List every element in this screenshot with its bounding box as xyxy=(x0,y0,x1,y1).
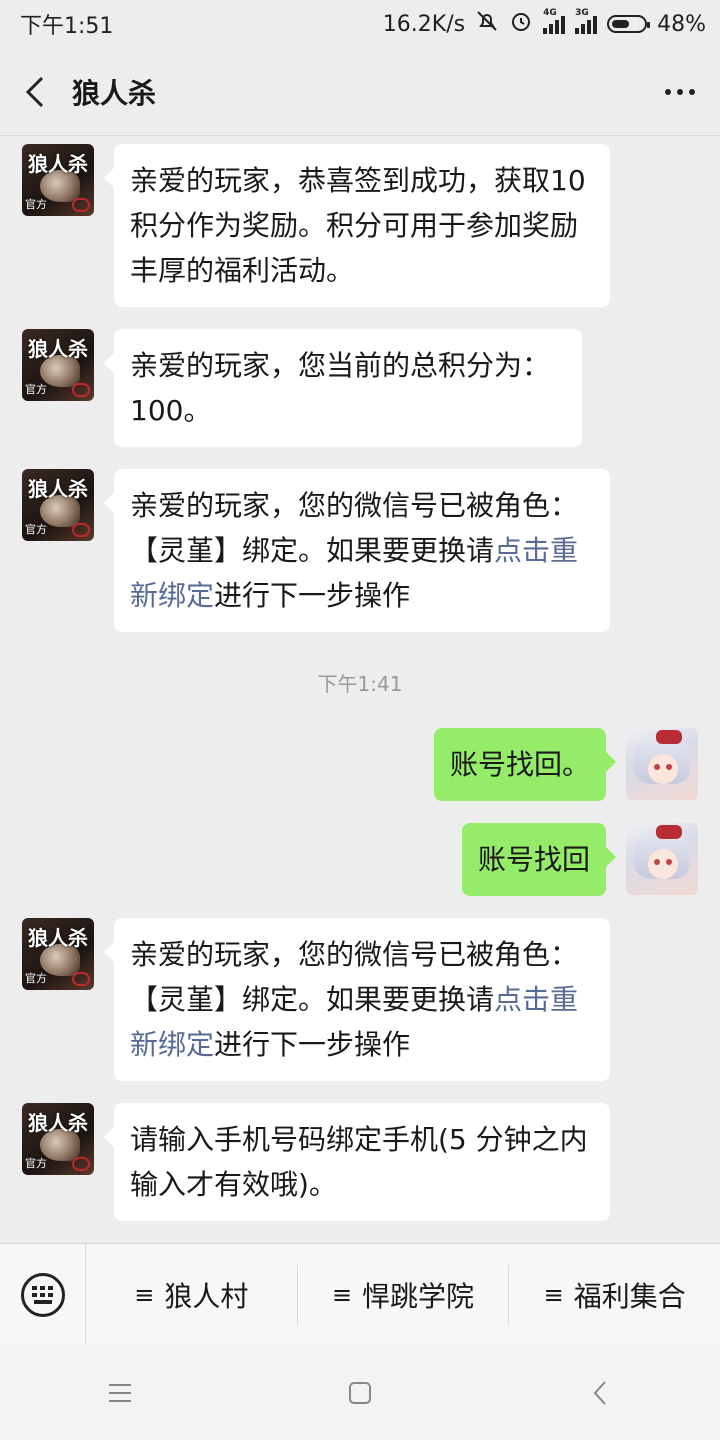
chat-header: 狼人杀 xyxy=(0,48,720,136)
menu-item-wolf-village[interactable]: ≡ 狼人村 xyxy=(86,1265,298,1325)
message-row: 狼人杀 官方 请输入手机号码绑定手机(5 分钟之内输入才有效哦)。 xyxy=(22,1103,610,1221)
menu-item-label: 福利集合 xyxy=(573,1280,686,1313)
keyboard-icon xyxy=(20,1273,65,1317)
official-avatar[interactable]: 狼人杀 官方 xyxy=(22,469,94,541)
bottom-menu: ≡ 狼人村 ≡ 悍跳学院 ≡ 福利集合 xyxy=(0,1243,720,1346)
official-avatar[interactable]: 狼人杀 官方 xyxy=(22,144,94,216)
message-text: 亲爱的玩家，您当前的总积分为：100。 xyxy=(130,349,551,427)
avatar-logo-text: 狼人杀 xyxy=(28,477,88,501)
seal-icon xyxy=(72,198,90,212)
seal-icon xyxy=(72,972,90,986)
menu-item-welfare[interactable]: ≡ 福利集合 xyxy=(509,1265,720,1325)
official-avatar[interactable]: 狼人杀 官方 xyxy=(22,329,94,401)
message-text: 亲爱的玩家，恭喜签到成功，获取10 积分作为奖励。积分可用于参加奖励丰厚的福利活… xyxy=(130,164,586,287)
user-avatar[interactable] xyxy=(626,823,698,895)
avatar-logo-text: 狼人杀 xyxy=(28,337,88,361)
sim2-label: 3G xyxy=(575,8,589,18)
seal-icon xyxy=(72,383,90,397)
message-row: 狼人杀 官方 亲爱的玩家，您的微信号已被角色：【灵堇】绑定。如果要更换请点击重新… xyxy=(22,918,610,1081)
message-text: 请输入手机号码绑定手机(5 分钟之内输入才有效哦)。 xyxy=(130,1123,588,1201)
menu-item-label: 悍跳学院 xyxy=(362,1280,475,1313)
home-nav-icon[interactable] xyxy=(330,1363,390,1423)
message-text: 账号找回 xyxy=(477,843,590,876)
signal-icon: 3G xyxy=(575,8,598,34)
message-row: 狼人杀 官方 亲爱的玩家，您的微信号已被角色：【灵堇】绑定。如果要更换请点击重新… xyxy=(22,469,610,632)
more-options-icon[interactable] xyxy=(660,72,700,112)
message-row: 狼人杀 官方 亲爱的玩家，您当前的总积分为：100。 xyxy=(22,329,582,447)
signal-icon: 4G xyxy=(543,8,566,34)
self-message-bubble[interactable]: 账号找回 xyxy=(461,823,617,896)
avatar-logo-text: 狼人杀 xyxy=(28,1111,88,1135)
status-bar: 下午1:51 16.2K/s 4G 3G 48% xyxy=(0,0,720,48)
message-text: 进行下一步操作 xyxy=(214,1028,411,1061)
avatar-logo-text: 狼人杀 xyxy=(28,926,88,950)
self-message-bubble[interactable]: 账号找回。 xyxy=(433,728,617,801)
sim1-label: 4G xyxy=(543,8,557,18)
battery-percent: 48% xyxy=(657,11,706,37)
menu-nav-icon[interactable] xyxy=(90,1363,150,1423)
avatar-logo-text: 狼人杀 xyxy=(28,152,88,176)
back-icon[interactable] xyxy=(20,72,50,112)
message-bubble[interactable]: 亲爱的玩家，您的微信号已被角色：【灵堇】绑定。如果要更换请点击重新绑定进行下一步… xyxy=(104,918,610,1081)
back-nav-icon[interactable] xyxy=(570,1363,630,1423)
timestamp: 下午1:41 xyxy=(317,672,403,696)
seal-icon xyxy=(72,523,90,537)
official-avatar[interactable]: 狼人杀 官方 xyxy=(22,1103,94,1175)
menu-list-icon: ≡ xyxy=(134,1281,155,1309)
message-row-self: 账号找回 xyxy=(461,823,698,896)
menu-list-icon: ≡ xyxy=(543,1281,564,1309)
chat-area[interactable]: 狼人杀 官方 亲爱的玩家，恭喜签到成功，获取10 积分作为奖励。积分可用于参加奖… xyxy=(0,136,720,1243)
message-bubble[interactable]: 请输入手机号码绑定手机(5 分钟之内输入才有效哦)。 xyxy=(104,1103,610,1221)
avatar-badge-text: 官方 xyxy=(25,1157,47,1170)
status-icons: 16.2K/s 4G 3G 48% xyxy=(382,8,706,39)
keyboard-toggle-button[interactable] xyxy=(0,1244,86,1346)
seal-icon xyxy=(72,1157,90,1171)
message-text: 进行下一步操作 xyxy=(214,579,411,612)
menu-item-label: 狼人村 xyxy=(164,1280,249,1313)
system-nav-bar xyxy=(0,1345,720,1440)
chat-title: 狼人杀 xyxy=(72,76,157,110)
menu-item-academy[interactable]: ≡ 悍跳学院 xyxy=(298,1265,510,1325)
official-avatar[interactable]: 狼人杀 官方 xyxy=(22,918,94,990)
mute-bell-icon xyxy=(475,9,499,39)
avatar-badge-text: 官方 xyxy=(25,523,47,536)
avatar-badge-text: 官方 xyxy=(25,972,47,985)
menu-list-icon: ≡ xyxy=(331,1281,353,1309)
avatar-badge-text: 官方 xyxy=(25,383,47,396)
message-row-self: 账号找回。 xyxy=(433,728,698,801)
network-speed: 16.2K/s xyxy=(382,11,466,37)
message-text: 账号找回。 xyxy=(449,748,590,781)
message-bubble[interactable]: 亲爱的玩家，您的微信号已被角色：【灵堇】绑定。如果要更换请点击重新绑定进行下一步… xyxy=(104,469,610,632)
message-bubble[interactable]: 亲爱的玩家，您当前的总积分为：100。 xyxy=(104,329,582,447)
message-bubble[interactable]: 亲爱的玩家，恭喜签到成功，获取10 积分作为奖励。积分可用于参加奖励丰厚的福利活… xyxy=(104,144,610,307)
status-time: 下午1:51 xyxy=(20,14,114,39)
alarm-icon xyxy=(509,9,533,39)
battery-icon xyxy=(607,15,651,33)
message-row: 狼人杀 官方 亲爱的玩家，恭喜签到成功，获取10 积分作为奖励。积分可用于参加奖… xyxy=(22,144,610,307)
avatar-badge-text: 官方 xyxy=(25,198,47,211)
user-avatar[interactable] xyxy=(626,728,698,800)
